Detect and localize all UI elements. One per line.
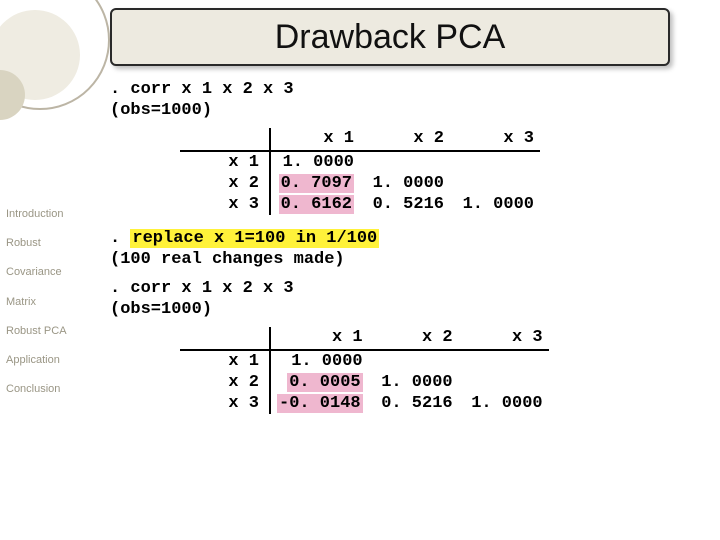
corr-obs-1: (obs=1000) — [110, 101, 690, 120]
corr-table-2: x 1 x 2 x 3 x 1 1. 0000 x 2 0. 0005 1. 0… — [180, 327, 690, 414]
corr-cmd-1: . corr x 1 x 2 x 3 — [110, 80, 690, 99]
cell: 0. 5216 — [360, 194, 450, 215]
sidebar-item-conclusion: Conclusion — [0, 375, 90, 404]
replace-note: (100 real changes made) — [110, 250, 690, 269]
corr-block-2: . corr x 1 x 2 x 3 (obs=1000) x 1 x 2 x … — [110, 279, 690, 414]
replace-highlight: replace x 1=100 in 1/100 — [130, 229, 379, 248]
col-header: x 1 — [270, 128, 360, 151]
cell: 1. 0000 — [369, 372, 459, 393]
cell: 0. 5216 — [369, 393, 459, 414]
row-header: x 3 — [180, 393, 270, 414]
sidebar-item-introduction: Introduction — [0, 200, 90, 229]
slide-title: Drawback PCA — [110, 8, 670, 66]
replace-cmd: . replace x 1=100 in 1/100 — [110, 229, 690, 248]
col-header: x 1 — [270, 327, 369, 350]
replace-block: . replace x 1=100 in 1/100 (100 real cha… — [110, 229, 690, 269]
cell: 1. 0000 — [360, 173, 450, 194]
cell-highlighted: 0. 7097 — [270, 173, 360, 194]
row-header: x 1 — [180, 151, 270, 173]
slide-content: . corr x 1 x 2 x 3 (obs=1000) x 1 x 2 x … — [110, 80, 690, 428]
corr-obs-2: (obs=1000) — [110, 300, 690, 319]
cell-highlighted: 0. 0005 — [270, 372, 369, 393]
row-header: x 2 — [180, 173, 270, 194]
row-header: x 1 — [180, 350, 270, 372]
cell: 1. 0000 — [459, 393, 549, 414]
row-header: x 2 — [180, 372, 270, 393]
sidebar-item-covariance: Covariance — [0, 258, 90, 287]
cell: 1. 0000 — [270, 350, 369, 372]
sidebar-nav: Introduction Robust Covariance Matrix Ro… — [0, 200, 90, 404]
col-header: x 2 — [360, 128, 450, 151]
corr-block-1: . corr x 1 x 2 x 3 (obs=1000) x 1 x 2 x … — [110, 80, 690, 215]
col-header: x 2 — [369, 327, 459, 350]
col-header: x 3 — [450, 128, 540, 151]
sidebar-item-robust-pca: Robust PCA — [0, 317, 90, 346]
sidebar-item-application: Application — [0, 346, 90, 375]
sidebar-item-robust: Robust — [0, 229, 90, 258]
sidebar-item-matrix: Matrix — [0, 288, 90, 317]
cell-highlighted: 0. 6162 — [270, 194, 360, 215]
corr-cmd-2: . corr x 1 x 2 x 3 — [110, 279, 690, 298]
row-header: x 3 — [180, 194, 270, 215]
cell-highlighted: -0. 0148 — [270, 393, 369, 414]
corr-table-1: x 1 x 2 x 3 x 1 1. 0000 x 2 0. 7097 1. 0… — [180, 128, 690, 215]
col-header: x 3 — [459, 327, 549, 350]
cell: 1. 0000 — [270, 151, 360, 173]
cell: 1. 0000 — [450, 194, 540, 215]
